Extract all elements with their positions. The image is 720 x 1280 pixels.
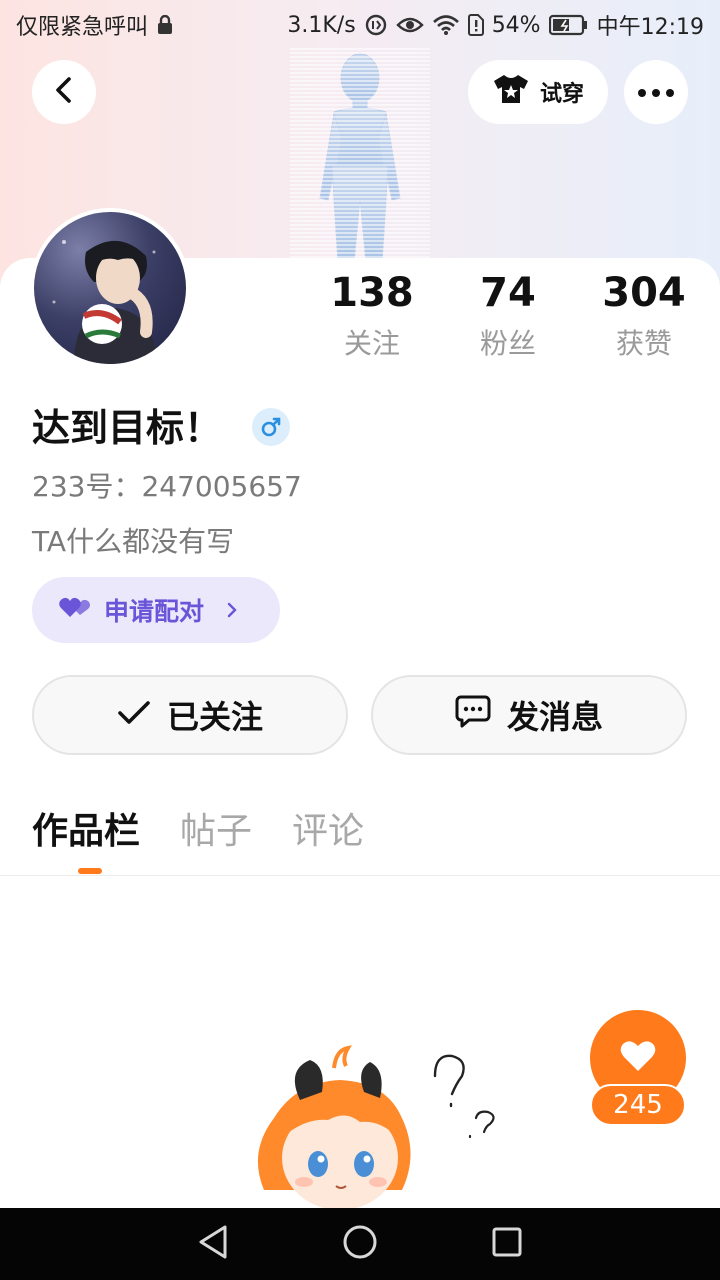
stat-likes[interactable]: 304 获赞 <box>579 268 709 368</box>
network-speed: 3.1K/s <box>287 12 356 38</box>
stat-followers[interactable]: 74 粉丝 <box>443 268 573 368</box>
tab-works[interactable]: 作品栏 <box>32 805 140 859</box>
try-on-label: 试穿 <box>539 82 584 107</box>
nav-back-icon[interactable] <box>197 1224 229 1264</box>
eye-icon <box>395 15 424 35</box>
avatar-3d-figure <box>290 48 430 264</box>
active-tab-indicator <box>78 868 102 874</box>
lock-icon <box>156 15 174 35</box>
more-button[interactable] <box>624 60 688 124</box>
check-icon <box>117 696 151 734</box>
stat-followers-label: 粉丝 <box>479 327 536 360</box>
heart-icon <box>618 1039 658 1077</box>
system-nav-bar <box>0 1208 720 1280</box>
followed-button[interactable]: 已关注 <box>32 675 348 755</box>
like-count: 245 <box>590 1084 686 1126</box>
avatar[interactable] <box>30 208 190 368</box>
request-pair-button[interactable]: 申请配对 <box>32 577 280 643</box>
stat-followers-value: 74 <box>480 270 536 316</box>
more-dots-icon <box>637 83 675 102</box>
data-saver-icon <box>364 13 388 37</box>
double-heart-icon <box>58 595 92 625</box>
chat-bubble-icon <box>455 694 491 736</box>
chevron-right-icon <box>226 596 238 625</box>
battery-charging-icon <box>548 14 589 36</box>
tab-comments[interactable]: 评论 <box>292 805 364 859</box>
empty-state-mascot <box>230 1040 530 1208</box>
try-on-button[interactable]: 试穿 <box>468 60 608 124</box>
stat-likes-value: 304 <box>602 270 686 316</box>
chevron-left-icon <box>52 76 76 108</box>
battery-percent: 54% <box>491 12 541 38</box>
nav-home-icon[interactable] <box>342 1224 378 1264</box>
wifi-icon <box>432 14 460 36</box>
username: 达到目标！ <box>32 406 223 450</box>
stat-likes-label: 获赞 <box>615 327 672 360</box>
nav-recents-icon[interactable] <box>491 1226 523 1262</box>
profile-tabs: 作品栏 帖子 评论 <box>32 805 364 859</box>
bio: TA什么都没有写 <box>32 525 235 558</box>
stat-following[interactable]: 138 关注 <box>307 268 437 368</box>
tshirt-icon <box>492 73 530 111</box>
tab-posts[interactable]: 帖子 <box>180 805 252 859</box>
followed-label: 已关注 <box>166 698 263 736</box>
stat-following-label: 关注 <box>343 327 400 360</box>
stat-following-value: 138 <box>330 270 414 316</box>
send-message-button[interactable]: 发消息 <box>371 675 687 755</box>
carrier-text: 仅限紧急呼叫 <box>16 15 149 40</box>
request-pair-label: 申请配对 <box>104 597 205 626</box>
send-message-label: 发消息 <box>506 698 603 736</box>
user-id: 233号：247005657 <box>32 470 302 503</box>
male-icon <box>252 408 290 446</box>
back-button[interactable] <box>32 60 96 124</box>
clock: 中午12:19 <box>596 15 704 40</box>
status-bar: 仅限紧急呼叫 3.1K/s 54% 中午12:19 <box>0 0 720 50</box>
tabs-divider <box>0 875 720 876</box>
sim-alert-icon <box>467 14 484 36</box>
